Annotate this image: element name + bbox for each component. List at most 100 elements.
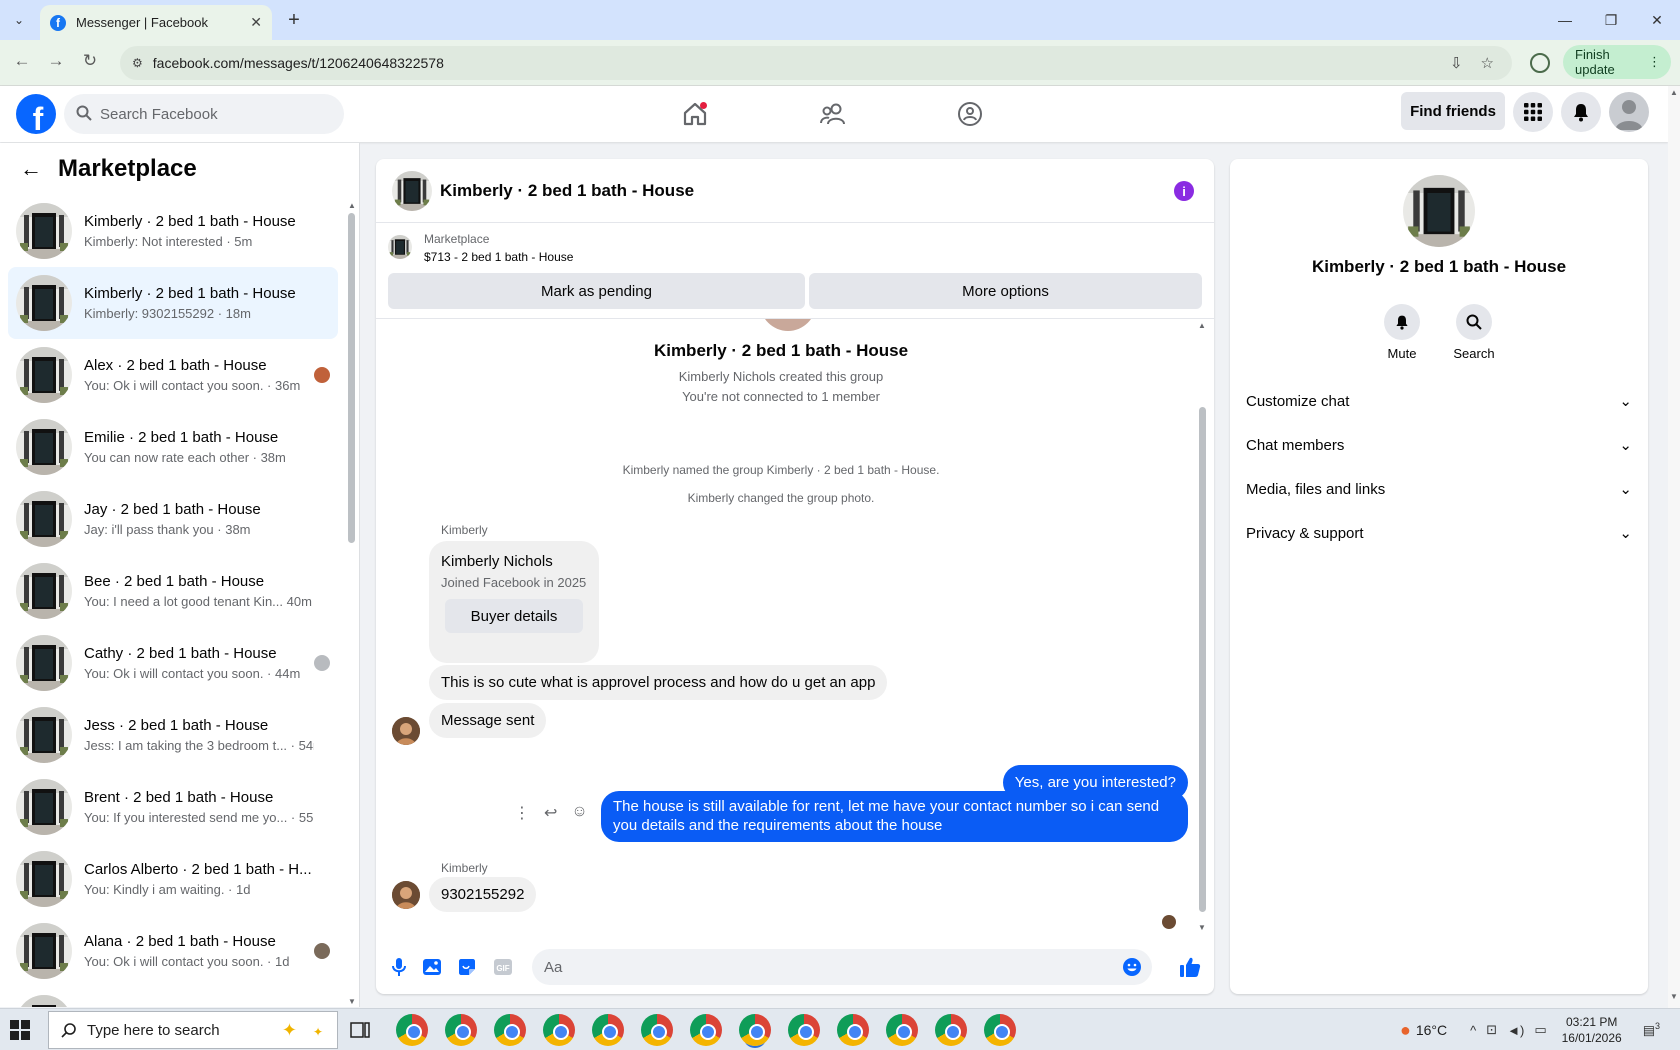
- minimize-button[interactable]: —: [1542, 0, 1588, 40]
- display-icon[interactable]: ▭: [1534, 1022, 1546, 1038]
- page-scrollbar[interactable]: ▲ ▼: [1668, 86, 1680, 1008]
- chat-title[interactable]: Kimberly · 2 bed 1 bath - House: [440, 181, 694, 201]
- groups-nav-button[interactable]: [950, 94, 990, 134]
- conversation-item[interactable]: Alex · 2 bed 1 bath - House You: Ok i wil…: [8, 339, 338, 411]
- message-input[interactable]: [544, 958, 1104, 976]
- chrome-app-icon[interactable]: [494, 1014, 526, 1046]
- section-media-files-links[interactable]: Media, files and links ⌄: [1246, 469, 1632, 509]
- conversation-item[interactable]: Kimberly · 2 bed 1 bath - House Kimberly:…: [8, 267, 338, 339]
- emoji-icon[interactable]: [1122, 957, 1142, 980]
- chat-scrollbar-thumb[interactable]: [1199, 407, 1206, 912]
- volume-icon[interactable]: ◄): [1507, 1023, 1524, 1038]
- more-options-button[interactable]: More options: [809, 273, 1202, 309]
- info-icon[interactable]: i: [1174, 181, 1194, 201]
- section-privacy-support[interactable]: Privacy & support ⌄: [1246, 513, 1632, 553]
- new-tab-button[interactable]: +: [282, 8, 306, 32]
- notifications-button[interactable]: [1561, 92, 1601, 132]
- chrome-app-icon[interactable]: [984, 1014, 1016, 1046]
- search-in-chat-button[interactable]: Search: [1444, 304, 1504, 361]
- facebook-search-box[interactable]: [64, 94, 344, 134]
- chrome-app-icon[interactable]: [396, 1014, 428, 1046]
- sticker-icon[interactable]: [456, 956, 478, 978]
- browser-tab[interactable]: f Messenger | Facebook ✕: [40, 5, 272, 40]
- chrome-app-icon[interactable]: [690, 1014, 722, 1046]
- back-arrow-icon[interactable]: ←: [10, 51, 34, 71]
- incoming-message[interactable]: Message sent: [429, 703, 547, 738]
- task-view-icon[interactable]: [350, 1020, 370, 1040]
- facebook-logo-icon[interactable]: f: [16, 94, 56, 134]
- find-friends-button[interactable]: Find friends: [1401, 92, 1505, 130]
- bookmark-star-icon[interactable]: ☆: [1481, 54, 1494, 72]
- forward-arrow-icon[interactable]: →: [44, 51, 68, 71]
- conversation-item[interactable]: Bee · 2 bed 1 bath - House You: I need a …: [8, 555, 338, 627]
- more-actions-icon[interactable]: ⋮: [514, 803, 530, 823]
- site-info-icon[interactable]: ⚙: [132, 56, 143, 70]
- taskbar-clock[interactable]: 03:21 PM 16/01/2026: [1562, 1014, 1622, 1046]
- friends-nav-button[interactable]: [813, 94, 853, 134]
- taskbar-search-input[interactable]: [87, 1021, 267, 1039]
- finish-update-button[interactable]: Finish update ⋮: [1563, 45, 1671, 79]
- details-avatar[interactable]: [1403, 175, 1475, 247]
- conversation-item[interactable]: Autumn · 2 bed 1 bath - House: [8, 987, 338, 1007]
- taskbar-search-box[interactable]: ✦ ✦: [48, 1011, 338, 1049]
- reload-icon[interactable]: ↻: [78, 51, 102, 71]
- listing-thumbnail[interactable]: [388, 235, 412, 259]
- address-bar[interactable]: ⚙ facebook.com/messages/t/12062406483225…: [120, 46, 1512, 80]
- conversation-item[interactable]: Cathy · 2 bed 1 bath - House You: Ok i wi…: [8, 627, 338, 699]
- incoming-message[interactable]: This is so cute what is approvel process…: [429, 665, 888, 700]
- conversation-item[interactable]: Carlos Alberto · 2 bed 1 bath - H... You:…: [8, 843, 338, 915]
- section-chat-members[interactable]: Chat members ⌄: [1246, 425, 1632, 465]
- notifications-icon[interactable]: ▤3: [1643, 1021, 1660, 1038]
- mute-button[interactable]: Mute: [1372, 304, 1432, 361]
- conversation-item[interactable]: Alana · 2 bed 1 bath - House You: Ok i wi…: [8, 915, 338, 987]
- chat-scrollbar[interactable]: ▲ ▼: [1198, 319, 1208, 941]
- scrollbar-thumb[interactable]: [348, 213, 355, 543]
- sidebar-scrollbar[interactable]: ▲ ▼: [348, 201, 356, 1006]
- chrome-app-icon[interactable]: [543, 1014, 575, 1046]
- listing-title[interactable]: $713 - 2 bed 1 bath - House: [424, 250, 573, 264]
- profile-icon[interactable]: [1530, 53, 1550, 73]
- microphone-icon[interactable]: [388, 956, 410, 978]
- home-nav-button[interactable]: [675, 94, 715, 134]
- buyer-details-button[interactable]: Buyer details: [445, 599, 583, 633]
- gif-icon[interactable]: GIF: [492, 956, 514, 978]
- chrome-app-icon[interactable]: [788, 1014, 820, 1046]
- conversation-item[interactable]: Kimberly · 2 bed 1 bath - House Kimberly:…: [8, 195, 338, 267]
- chrome-app-icon[interactable]: [592, 1014, 624, 1046]
- reply-icon[interactable]: ↩: [544, 803, 557, 823]
- conversation-item[interactable]: Brent · 2 bed 1 bath - House You: If you …: [8, 771, 338, 843]
- conversation-item[interactable]: Jay · 2 bed 1 bath - House Jay: i'll pass…: [8, 483, 338, 555]
- section-customize-chat[interactable]: Customize chat ⌄: [1246, 381, 1632, 421]
- photo-icon[interactable]: [421, 956, 443, 978]
- mark-as-pending-button[interactable]: Mark as pending: [388, 273, 805, 309]
- weather-icon[interactable]: ●: [1400, 1020, 1411, 1041]
- close-window-button[interactable]: ✕: [1634, 0, 1680, 40]
- chrome-app-icon-active[interactable]: [739, 1014, 771, 1046]
- url-text[interactable]: facebook.com/messages/t/1206240648322578: [153, 55, 1450, 71]
- react-emoji-icon[interactable]: ☺: [571, 803, 587, 823]
- chrome-app-icon[interactable]: [886, 1014, 918, 1046]
- temperature[interactable]: 16°C: [1416, 1022, 1447, 1038]
- windows-start-icon[interactable]: [10, 1020, 30, 1040]
- chat-avatar[interactable]: [392, 170, 432, 211]
- install-app-icon[interactable]: ⇩: [1450, 54, 1463, 72]
- tab-close-icon[interactable]: ✕: [250, 14, 262, 31]
- chrome-app-icon[interactable]: [641, 1014, 673, 1046]
- chrome-app-icon[interactable]: [935, 1014, 967, 1046]
- network-icon[interactable]: ⊡: [1486, 1022, 1497, 1038]
- thumbs-up-icon[interactable]: [1179, 956, 1201, 978]
- chevron-up-icon[interactable]: ^: [1470, 1023, 1476, 1038]
- incoming-message[interactable]: 9302155292: [429, 877, 537, 912]
- facebook-search-input[interactable]: [100, 105, 320, 123]
- restore-button[interactable]: ❐: [1588, 0, 1634, 40]
- conversation-item[interactable]: Emilie · 2 bed 1 bath - House You can now…: [8, 411, 338, 483]
- conversation-item[interactable]: Jess · 2 bed 1 bath - House Jess: I am ta…: [8, 699, 338, 771]
- back-arrow-icon[interactable]: ←: [20, 156, 42, 182]
- tab-search-button[interactable]: ⌄: [6, 8, 32, 32]
- chrome-app-icon[interactable]: [445, 1014, 477, 1046]
- chrome-app-icon[interactable]: [837, 1014, 869, 1046]
- account-avatar[interactable]: [1609, 92, 1649, 132]
- message-input-box[interactable]: [532, 949, 1152, 985]
- outgoing-message-selected[interactable]: The house is still available for rent, l…: [601, 791, 1188, 842]
- menu-button[interactable]: [1513, 92, 1553, 132]
